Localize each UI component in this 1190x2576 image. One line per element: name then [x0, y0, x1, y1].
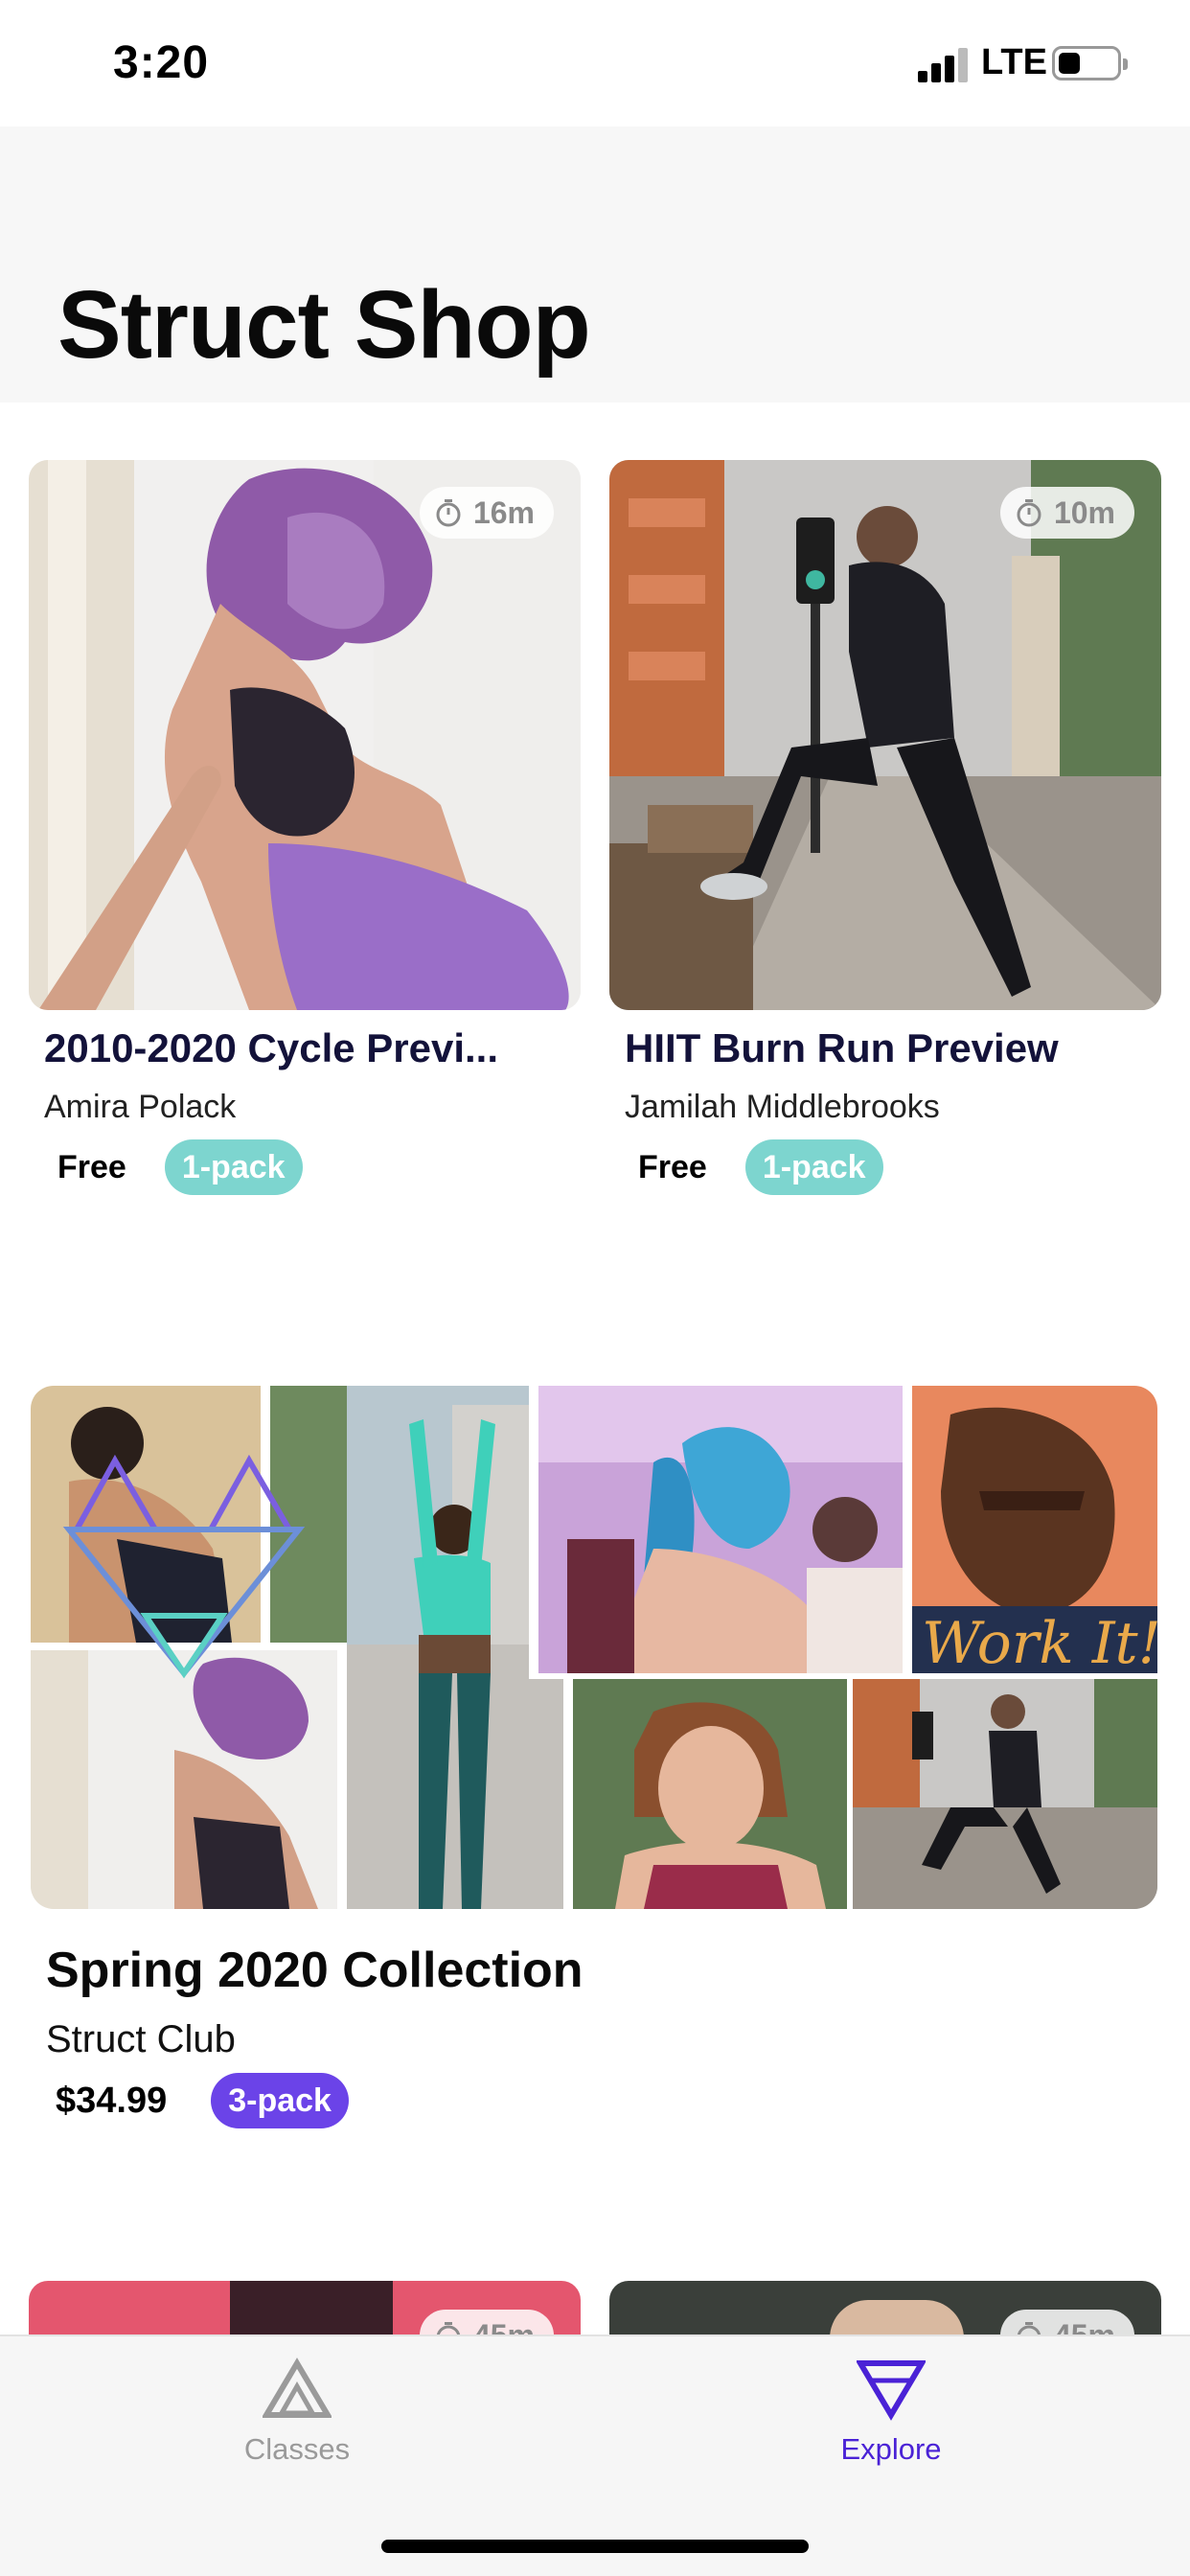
- collection-card[interactable]: Work It! Spring 2020 Collection Struct C…: [31, 1386, 1157, 2128]
- duration-badge: 10m: [999, 487, 1134, 539]
- signal-icon: [918, 48, 972, 82]
- class-title[interactable]: HIIT Burn Run Preview: [609, 1025, 1146, 1071]
- explore-triangle-icon: [857, 2360, 926, 2421]
- classes-triangle-icon: [263, 2358, 332, 2418]
- pack-badge: 1-pack: [164, 1139, 303, 1195]
- page-title: Struct Shop: [57, 271, 591, 379]
- tab-classes[interactable]: Classes: [153, 2358, 441, 2467]
- instructor-name: Amira Polack: [44, 1089, 237, 1125]
- duration-text: 16m: [472, 494, 535, 530]
- instructor-name: Jamilah Middlebrooks: [625, 1089, 940, 1125]
- price-row: Free 1-pack: [29, 1139, 581, 1195]
- battery-icon: [1052, 46, 1128, 80]
- price-label: Free: [57, 1148, 126, 1185]
- instructor-photo: [29, 460, 581, 1010]
- class-card[interactable]: 16m 2010-2020 Cycle Previ... Amira Polac…: [29, 460, 581, 1195]
- price-label: Free: [638, 1148, 707, 1185]
- duration-text: 10m: [1053, 494, 1115, 530]
- pack-badge: 3-pack: [211, 2073, 349, 2128]
- collection-collage[interactable]: Work It!: [31, 1386, 1157, 1909]
- home-indicator: [381, 2540, 809, 2553]
- timer-icon: [1017, 499, 1041, 527]
- price-row: Free 1-pack: [609, 1139, 1161, 1195]
- collection-price-row: $34.99 3-pack: [31, 2073, 1157, 2128]
- class-card-image[interactable]: 16m: [29, 460, 581, 1010]
- network-label: LTE: [981, 42, 1047, 82]
- class-card[interactable]: 10m HIIT Burn Run Preview Jamilah Middle…: [609, 460, 1161, 1195]
- collection-title[interactable]: Spring 2020 Collection: [31, 1942, 1157, 1999]
- timer-icon: [436, 499, 461, 527]
- class-card-image[interactable]: 10m: [609, 460, 1161, 1010]
- collection-creator: Struct Club: [46, 2018, 236, 2060]
- pack-badge: 1-pack: [744, 1139, 883, 1195]
- status-bar: 3:20 LTE: [0, 0, 1190, 126]
- tab-explore[interactable]: Explore: [747, 2358, 1035, 2467]
- class-card-partial[interactable]: 45m: [29, 2281, 581, 2338]
- collage-work-it-text: Work It!: [922, 1610, 1157, 1677]
- tab-label: Classes: [243, 2432, 351, 2466]
- status-time: 3:20: [113, 37, 210, 88]
- page-header: Struct Shop: [0, 126, 1190, 402]
- instructor-photo: [609, 460, 1161, 1010]
- collection-price: $34.99: [56, 2080, 168, 2121]
- class-card-partial[interactable]: 45m: [609, 2281, 1161, 2338]
- tab-label: Explore: [840, 2432, 942, 2466]
- class-title[interactable]: 2010-2020 Cycle Previ...: [29, 1025, 565, 1071]
- duration-badge: 16m: [419, 487, 554, 539]
